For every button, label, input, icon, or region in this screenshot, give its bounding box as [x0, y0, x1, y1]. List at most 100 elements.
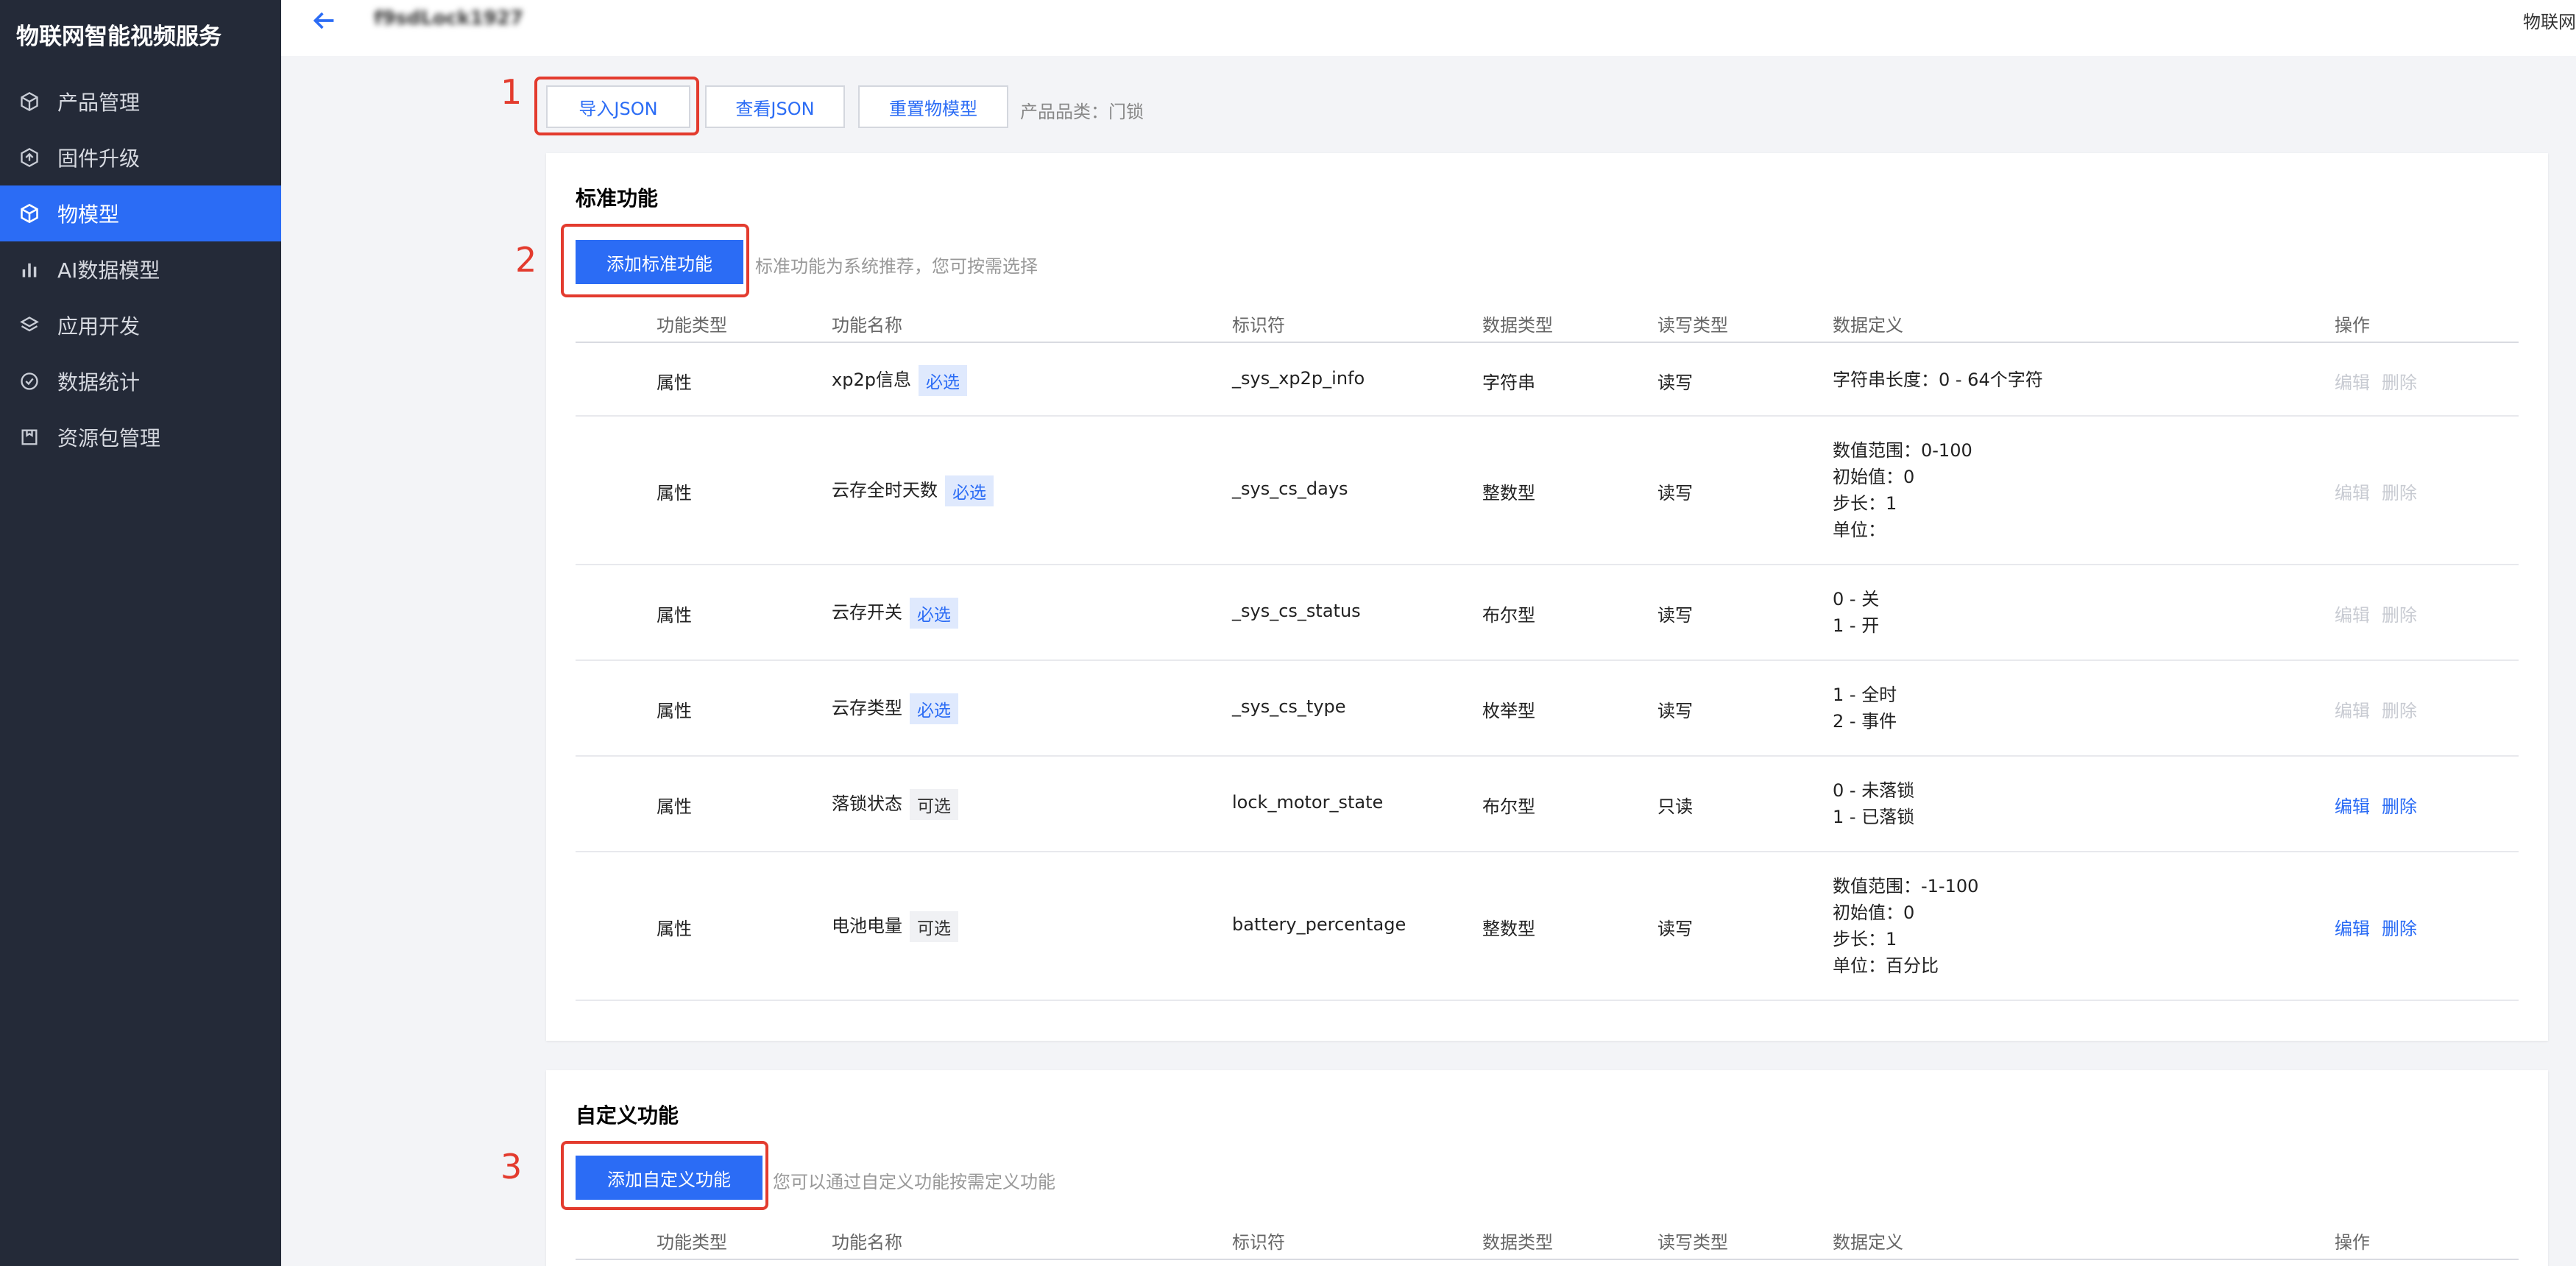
sidebar-item-resource-package[interactable]: 资源包管理 [0, 409, 281, 465]
product-name: f9sdLock1927 [374, 7, 523, 29]
standard-features-hint: 标准功能为系统推荐，您可按需选择 [755, 256, 1038, 277]
cell-type: 属性 [657, 796, 692, 817]
definition-line: 字符串长度：0 - 64个字符 [1833, 369, 2043, 390]
cell-name: 云存类型 必选 [832, 693, 958, 724]
sidebar-item-data-statistics[interactable]: 数据统计 [0, 353, 281, 409]
cube-icon [18, 202, 41, 225]
edit-button: 编辑 [2335, 372, 2370, 393]
sidebar-item-firmware-upgrade[interactable]: 固件升级 [0, 130, 281, 185]
cell-data-type: 布尔型 [1482, 605, 1535, 626]
cell-type: 属性 [657, 919, 692, 939]
add-custom-feature-button[interactable]: 添加自定义功能 [576, 1156, 762, 1200]
feature-name: 云存全时天数 [832, 480, 938, 501]
definition-line: 初始值：0 [1833, 467, 1915, 487]
view-json-button[interactable]: 查看JSON [705, 85, 845, 128]
column-header-name: 功能名称 [832, 1232, 902, 1253]
cell-type: 属性 [657, 372, 692, 393]
cell-actions: 编辑 删除 [2335, 478, 2429, 504]
back-arrow-icon[interactable] [309, 6, 339, 35]
cell-type: 属性 [657, 605, 692, 626]
column-header-rw-type: 读写类型 [1657, 1232, 1728, 1253]
delete-button: 删除 [2382, 605, 2417, 626]
column-header-definition: 数据定义 [1833, 315, 1903, 336]
table-row: 属性 xp2p信息 必选 _sys_xp2p_info 字符串 读写 字符串长度：… [576, 343, 2519, 417]
check-circle-icon [18, 369, 41, 393]
cell-rw-type: 读写 [1657, 372, 1693, 393]
definition-line: 数值范围：0-100 [1833, 440, 1972, 461]
optional-tag: 可选 [910, 911, 958, 942]
cell-data-type: 字符串 [1482, 372, 1535, 393]
definition-line: 步长：1 [1833, 929, 1897, 950]
feature-name: 云存开关 [832, 602, 902, 623]
sidebar-item-product-management[interactable]: 产品管理 [0, 74, 281, 130]
delete-button[interactable]: 删除 [2382, 914, 2417, 940]
table-row: 属性 落锁状态 可选 lock_motor_state 布尔型 只读 0 - 未落… [576, 757, 2519, 852]
sidebar-item-app-development[interactable]: 应用开发 [0, 297, 281, 353]
sidebar-nav: 产品管理 固件升级 物模型 AI数据模型 应用开发 数据统计 资源包管理 [0, 74, 281, 465]
cell-data-type: 布尔型 [1482, 796, 1535, 817]
table-row: 属性 电池电量 可选 battery_percentage 整数型 读写 数值范围… [576, 852, 2519, 1001]
cell-rw-type: 读写 [1657, 701, 1693, 721]
annotation-number-3: 3 [500, 1147, 523, 1187]
cell-name: 落锁状态 可选 [832, 789, 958, 820]
cell-definition: 0 - 关 1 - 开 [1833, 586, 1879, 639]
delete-button: 删除 [2382, 701, 2417, 721]
feature-name: 落锁状态 [832, 793, 902, 814]
column-header-name: 功能名称 [832, 315, 902, 336]
edit-button[interactable]: 编辑 [2335, 914, 2370, 940]
cell-rw-type: 读写 [1657, 919, 1693, 939]
sidebar-item-thing-model[interactable]: 物模型 [0, 185, 281, 241]
cell-actions: 编辑 删除 [2335, 601, 2429, 626]
add-standard-feature-button[interactable]: 添加标准功能 [576, 240, 743, 284]
standard-features-table: 功能类型 功能名称 标识符 数据类型 读写类型 数据定义 操作 属性 xp2p信… [576, 300, 2519, 1001]
cell-data-type: 整数型 [1482, 919, 1535, 939]
cell-type: 属性 [657, 483, 692, 503]
cell-identifier: _sys_cs_status [1232, 601, 1361, 621]
layers-icon [18, 314, 41, 337]
table-row: 属性 云存全时天数 必选 _sys_cs_days 整数型 读写 数值范围：0-1… [576, 417, 2519, 565]
required-tag: 必选 [910, 598, 958, 629]
cell-data-type: 枚举型 [1482, 701, 1535, 721]
cell-definition: 数值范围：0-100 初始值：0 步长：1 单位： [1833, 437, 1972, 543]
cell-definition: 字符串长度：0 - 64个字符 [1833, 367, 2043, 393]
required-tag: 必选 [910, 693, 958, 724]
delete-button[interactable]: 删除 [2382, 792, 2417, 818]
package-box-icon [18, 425, 41, 449]
sidebar-item-label: 固件升级 [57, 146, 141, 171]
bar-chart-icon [18, 258, 41, 281]
required-tag: 必选 [945, 475, 994, 506]
feature-name: 云存类型 [832, 698, 902, 718]
import-json-button[interactable]: 导入JSON [546, 85, 690, 128]
definition-line: 0 - 关 [1833, 589, 1880, 609]
upgrade-hexagon-icon [18, 146, 41, 169]
sidebar-item-ai-data-model[interactable]: AI数据模型 [0, 241, 281, 297]
column-header-definition: 数据定义 [1833, 1232, 1903, 1253]
edit-button: 编辑 [2335, 701, 2370, 721]
sidebar-item-label: 数据统计 [57, 370, 141, 395]
annotation-number-1: 1 [500, 72, 523, 112]
reset-model-button[interactable]: 重置物模型 [858, 85, 1008, 128]
required-tag: 必选 [918, 365, 967, 396]
sidebar-item-label: AI数据模型 [57, 258, 160, 283]
feature-name: 电池电量 [832, 916, 902, 936]
edit-button[interactable]: 编辑 [2335, 792, 2370, 818]
brand-title: 物联网智能视频服务 [16, 24, 222, 50]
table-header: 功能类型 功能名称 标识符 数据类型 读写类型 数据定义 操作 [576, 300, 2519, 343]
definition-line: 1 - 已落锁 [1833, 807, 1915, 827]
edit-button: 编辑 [2335, 605, 2370, 626]
sidebar: 物联网智能视频服务 产品管理 固件升级 物模型 AI数据模型 应用开发 数据统计… [0, 0, 281, 1266]
cell-name: 云存开关 必选 [832, 598, 958, 629]
table-header: 功能类型 功能名称 标识符 数据类型 读写类型 数据定义 操作 [576, 1217, 2519, 1260]
definition-line: 单位：百分比 [1833, 955, 1939, 976]
custom-features-title: 自定义功能 [576, 1103, 679, 1128]
column-header-identifier: 标识符 [1232, 315, 1285, 336]
column-header-actions: 操作 [2335, 1232, 2370, 1253]
column-header-data-type: 数据类型 [1482, 315, 1553, 336]
cell-actions: 编辑 删除 [2335, 368, 2429, 394]
cell-name: xp2p信息 必选 [832, 365, 967, 396]
definition-line: 2 - 事件 [1833, 711, 1897, 732]
cell-actions: 编辑 删除 [2335, 792, 2429, 818]
cell-identifier: _sys_cs_type [1232, 696, 1346, 717]
standard-features-title: 标准功能 [576, 186, 659, 211]
delete-button: 删除 [2382, 483, 2417, 503]
